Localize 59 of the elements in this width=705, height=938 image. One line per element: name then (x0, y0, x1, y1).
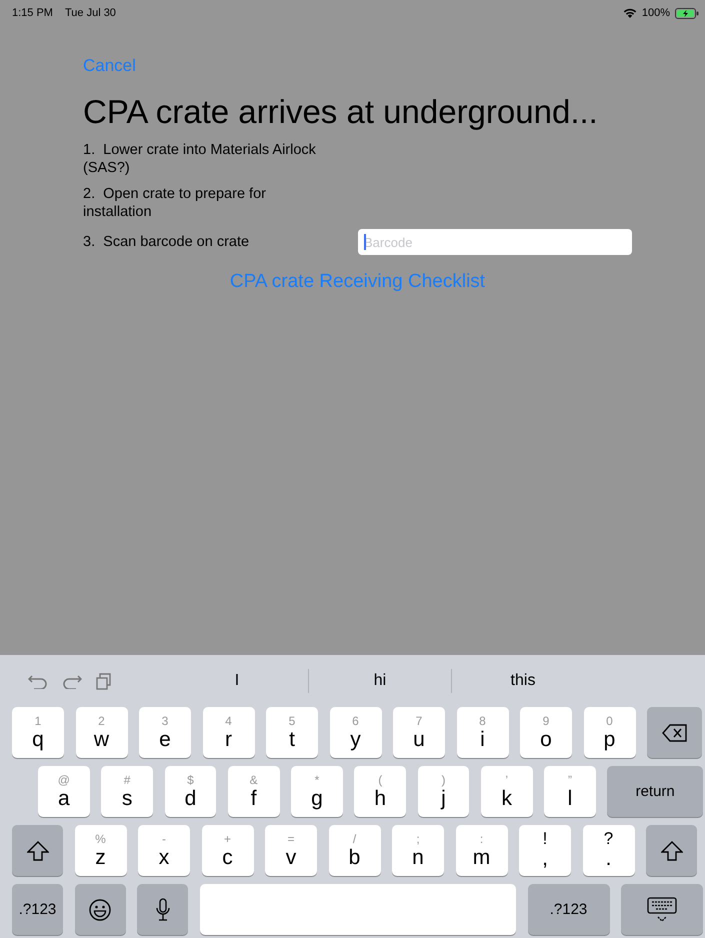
letter-key[interactable]: + c (202, 825, 254, 876)
text-cursor (364, 234, 366, 250)
letter-key[interactable]: 6 y (330, 707, 382, 758)
letter-key[interactable]: ; n (392, 825, 444, 876)
letter-key[interactable]: / b (328, 825, 380, 876)
letter-key[interactable]: ” l (544, 766, 596, 817)
shift-icon (26, 840, 48, 860)
shift-key[interactable] (12, 825, 63, 876)
step-text: 3. Scan barcode on crate (83, 233, 250, 251)
paste-icon[interactable] (96, 672, 112, 690)
letter-key[interactable]: - x (138, 825, 190, 876)
hide-keyboard-key[interactable] (621, 884, 703, 935)
wifi-icon (622, 8, 637, 18)
suggestion[interactable]: hi (309, 672, 451, 690)
emoji-key[interactable] (74, 884, 126, 935)
step-text: 2. Open crate to prepare for installation (83, 185, 267, 221)
numbers-key[interactable]: .?123 (12, 884, 63, 935)
status-date: Tue Jul 30 (64, 7, 116, 19)
letter-key[interactable]: $ d (164, 766, 216, 817)
letter-key[interactable]: * g (291, 766, 343, 817)
return-key[interactable]: return (607, 766, 703, 817)
keyboard-dismiss-icon (647, 896, 677, 922)
letter-key[interactable]: 8 i (456, 707, 508, 758)
backspace-icon (662, 724, 688, 742)
undo-icon[interactable] (28, 673, 48, 689)
microphone-key[interactable] (137, 884, 188, 935)
letter-key[interactable]: @ a (38, 766, 90, 817)
redo-icon[interactable] (62, 673, 82, 689)
letter-key[interactable]: & f (228, 766, 280, 817)
letter-key[interactable]: # s (101, 766, 154, 817)
suggestion[interactable]: I (166, 672, 308, 690)
status-time: 1:15 PM (12, 7, 53, 19)
letter-key[interactable]: 3 e (139, 707, 191, 758)
backspace-key[interactable] (647, 707, 702, 758)
letter-key[interactable]: 5 t (266, 707, 318, 758)
suggestion[interactable]: this (452, 672, 594, 690)
letter-key[interactable]: 4 r (202, 707, 254, 758)
letter-key[interactable]: 1 q (12, 707, 64, 758)
letter-key[interactable]: ! , (519, 825, 571, 876)
page-title: CPA crate arrives at underground... (83, 93, 599, 131)
step-text: 1. Lower crate into Materials Airlock (SAS?) (83, 141, 317, 177)
letter-key[interactable]: 2 w (76, 707, 128, 758)
letter-key[interactable]: ( h (354, 766, 406, 817)
microphone-icon (156, 898, 170, 922)
letter-key[interactable]: 0 p (584, 707, 636, 758)
letter-key[interactable]: % z (74, 825, 126, 876)
battery-percent: 100% (642, 7, 670, 19)
smiley-icon (89, 898, 111, 920)
battery-charging-icon (675, 8, 699, 18)
letter-key[interactable]: ’ k (480, 766, 533, 817)
letter-key[interactable]: : m (456, 825, 508, 876)
numbers-key[interactable]: .?123 (528, 884, 610, 935)
letter-key[interactable]: 9 o (520, 707, 572, 758)
letter-key[interactable]: = v (265, 825, 317, 876)
letter-key[interactable]: ? . (582, 825, 634, 876)
shift-key[interactable] (646, 825, 697, 876)
letter-key[interactable]: ) j (418, 766, 470, 817)
shift-icon (660, 840, 682, 860)
letter-key[interactable]: 7 u (393, 707, 445, 758)
